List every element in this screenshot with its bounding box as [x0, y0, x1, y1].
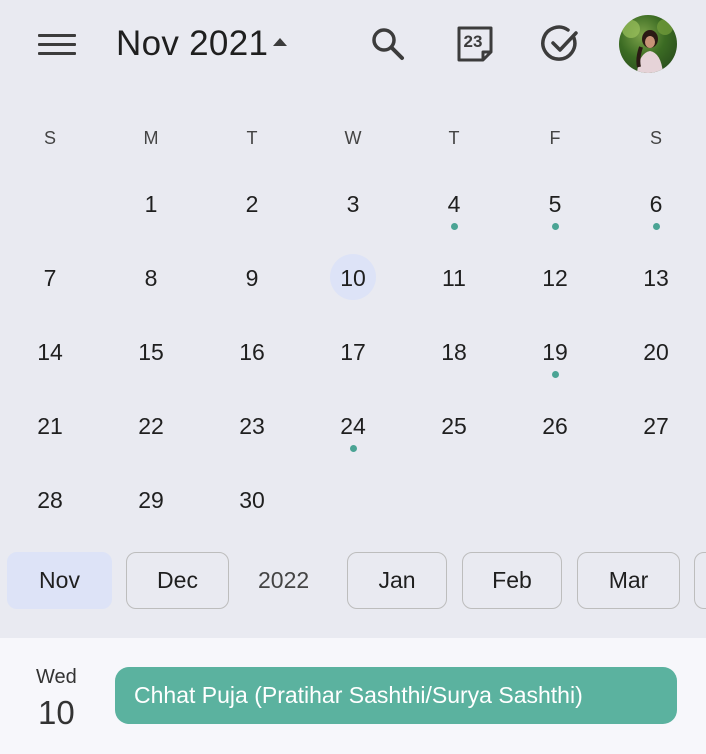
day-number: 18 — [441, 339, 467, 365]
day-number: 25 — [441, 413, 467, 439]
month-chip[interactable]: Feb — [462, 552, 562, 609]
weekday-label: S — [649, 128, 662, 148]
agenda-weekday: Wed — [36, 666, 77, 688]
month-chip-current[interactable]: Nov — [7, 552, 112, 609]
day-number: 10 — [340, 265, 366, 291]
caret-up-icon[interactable] — [273, 38, 287, 46]
calendar-day[interactable]: 3 — [303, 179, 403, 229]
calendar-day[interactable]: 16 — [202, 327, 302, 377]
day-number: 3 — [346, 191, 360, 217]
weekday-label: W — [344, 128, 362, 148]
calendar-day[interactable]: 15 — [101, 327, 201, 377]
event-chip[interactable]: Chhat Puja (Pratihar Sashthi/Surya Sasht… — [115, 667, 677, 724]
calendar-day[interactable]: 4 — [404, 179, 504, 230]
day-number: 17 — [340, 339, 366, 365]
agenda-panel: Wed 10 Chhat Puja (Pratihar Sashthi/Sury… — [0, 638, 706, 754]
calendar-day[interactable]: 14 — [0, 327, 100, 377]
tasks-check-icon[interactable] — [541, 24, 581, 64]
calendar-day[interactable]: 17 — [303, 327, 403, 377]
calendar-day[interactable]: 13 — [606, 253, 706, 303]
day-number: 5 — [548, 191, 562, 217]
today-date-label: 23 — [463, 32, 483, 51]
day-number: 26 — [542, 413, 568, 439]
calendar-day[interactable]: 1 — [101, 179, 201, 229]
month-title[interactable]: Nov 2021 — [116, 24, 268, 64]
calendar-day[interactable]: 6 — [606, 179, 706, 230]
calendar-day[interactable]: 24 — [303, 401, 403, 452]
top-app-bar: Nov 2021 23 — [0, 0, 706, 92]
day-number: 6 — [649, 191, 663, 217]
calendar-day[interactable]: 10 — [303, 253, 403, 303]
calendar-day[interactable]: 26 — [505, 401, 605, 451]
day-number: 1 — [144, 191, 158, 217]
day-number: 21 — [37, 413, 63, 439]
month-chip-row: Nov Dec 2022 Jan Feb Mar — [0, 552, 706, 610]
day-number: 2 — [245, 191, 259, 217]
day-number: 24 — [340, 413, 366, 439]
search-icon[interactable] — [368, 24, 408, 64]
calendar-day[interactable]: 30 — [202, 475, 302, 525]
calendar-day[interactable]: 8 — [101, 253, 201, 303]
calendar-day[interactable]: 21 — [0, 401, 100, 451]
weekday-label: F — [549, 128, 561, 148]
day-number: 15 — [138, 339, 164, 365]
day-number: 23 — [239, 413, 265, 439]
calendar-day[interactable]: 23 — [202, 401, 302, 451]
calendar-day[interactable]: 29 — [101, 475, 201, 525]
day-number: 4 — [447, 191, 461, 217]
day-number: 27 — [643, 413, 669, 439]
month-chip[interactable]: Mar — [577, 552, 680, 609]
day-number: 19 — [542, 339, 568, 365]
menu-icon[interactable] — [38, 34, 76, 58]
month-chip-partial[interactable] — [694, 552, 706, 609]
avatar[interactable] — [619, 15, 677, 73]
calendar-day[interactable]: 20 — [606, 327, 706, 377]
day-number: 30 — [239, 487, 265, 513]
month-chip[interactable]: Jan — [347, 552, 447, 609]
calendar-day[interactable]: 5 — [505, 179, 605, 230]
day-number: 12 — [542, 265, 568, 291]
calendar-day[interactable]: 11 — [404, 253, 504, 303]
day-number: 14 — [37, 339, 63, 365]
day-number: 20 — [643, 339, 669, 365]
day-number: 29 — [138, 487, 164, 513]
calendar-day[interactable]: 7 — [0, 253, 100, 303]
calendar-day[interactable]: 12 — [505, 253, 605, 303]
calendar-day[interactable]: 28 — [0, 475, 100, 525]
day-number: 7 — [43, 265, 57, 291]
weekday-label: M — [143, 128, 159, 148]
day-number: 28 — [37, 487, 63, 513]
calendar-day[interactable]: 19 — [505, 327, 605, 378]
calendar-day[interactable]: 9 — [202, 253, 302, 303]
day-number: 11 — [442, 265, 466, 291]
weekday-label: S — [43, 128, 56, 148]
day-number: 22 — [138, 413, 164, 439]
calendar-day[interactable]: 18 — [404, 327, 504, 377]
calendar-day[interactable]: 22 — [101, 401, 201, 451]
calendar-day[interactable]: 2 — [202, 179, 302, 229]
day-number: 16 — [239, 339, 265, 365]
calendar-day[interactable]: 25 — [404, 401, 504, 451]
day-number: 8 — [144, 265, 158, 291]
weekday-label: T — [448, 128, 460, 148]
day-number: 9 — [245, 265, 259, 291]
year-label: 2022 — [258, 567, 310, 593]
weekday-label: T — [246, 128, 258, 148]
agenda-day-number: 10 — [38, 694, 75, 731]
month-chip-next[interactable]: Dec — [126, 552, 229, 609]
day-number: 13 — [643, 265, 669, 291]
calendar-today-icon[interactable]: 23 — [455, 24, 495, 64]
calendar-day[interactable]: 27 — [606, 401, 706, 451]
